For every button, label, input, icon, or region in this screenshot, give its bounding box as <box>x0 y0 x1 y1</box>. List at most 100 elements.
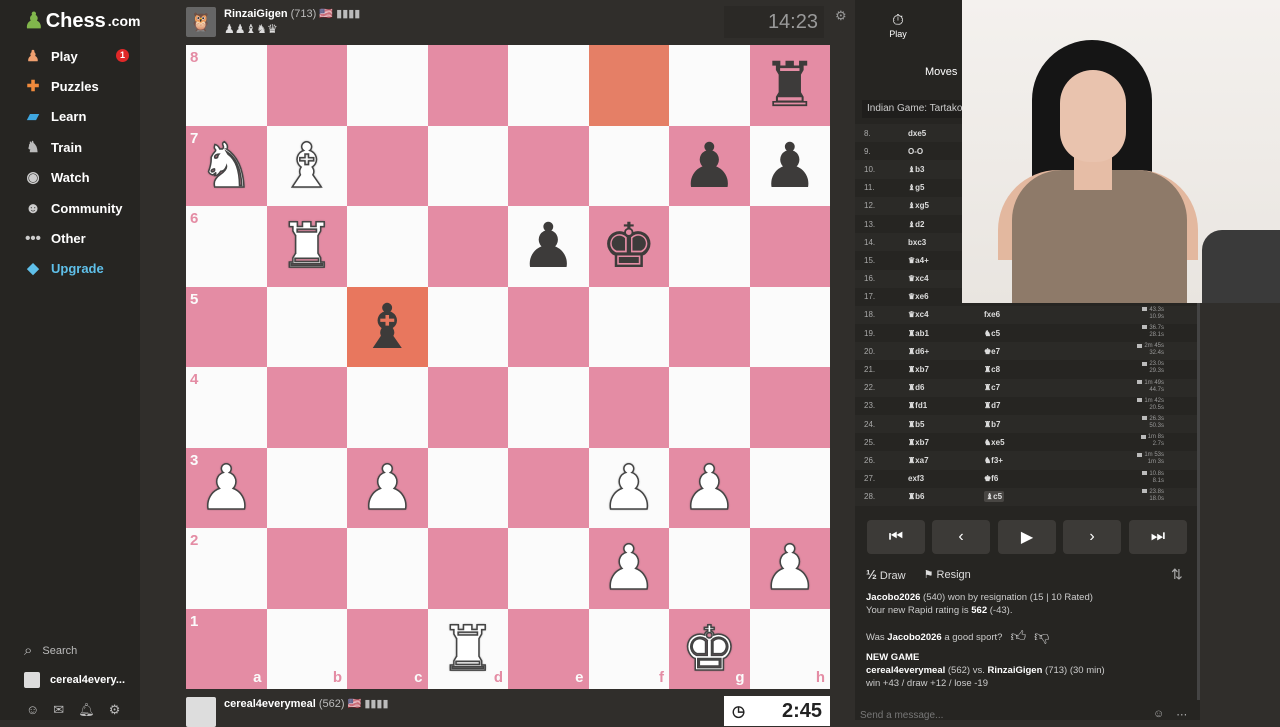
white-move[interactable]: ♜ab1 <box>908 329 984 338</box>
sidebar-search[interactable]: ⌕ Search <box>24 642 77 659</box>
white-move[interactable]: ♜d6+ <box>908 347 984 356</box>
square-a7[interactable]: 7 ♞ <box>186 125 267 206</box>
square-f5[interactable] <box>588 286 669 367</box>
emoji-icon[interactable]: ☺ <box>1153 708 1164 721</box>
square-e1[interactable]: e <box>508 608 589 689</box>
square-b5[interactable] <box>266 286 347 367</box>
white-move[interactable]: ♜xb7 <box>908 438 984 447</box>
thumbs-down-icon[interactable]: 👎︎ <box>1034 628 1049 646</box>
sidebar-item-watch[interactable]: ◉ Watch <box>24 164 89 190</box>
square-b6[interactable]: ♜ <box>266 206 347 287</box>
more-options-icon[interactable]: ⋯ <box>1176 708 1187 721</box>
black-rook-icon[interactable]: ♜ <box>762 54 818 116</box>
winner-name[interactable]: Jacobo2026 <box>866 592 920 603</box>
sidebar-item-play[interactable]: ♟ Play <box>24 43 77 69</box>
black-move[interactable]: ♜c8 <box>984 365 1124 374</box>
square-b1[interactable]: b <box>266 608 347 689</box>
sidebar-item-train[interactable]: ♞ Train <box>24 134 82 160</box>
square-b2[interactable] <box>266 528 347 609</box>
square-a4[interactable]: 4 <box>186 367 267 448</box>
square-g4[interactable] <box>669 367 750 448</box>
square-h2[interactable]: ♟ <box>749 528 830 609</box>
white-move[interactable]: ♜b5 <box>908 420 984 429</box>
new-game-player1[interactable]: cereal4everymeal <box>866 665 945 676</box>
chessboard[interactable]: 8 ♜ 7 ♞ ♝ ♟ ♟ 6 ♜ ♟ ♚ 5 ♝ 4 3 ♟ ♟ ♟ ♟ 2 ♟ ♟ 1 a b c d ♜ e f g ♚ h <box>186 45 830 689</box>
square-a6[interactable]: 6 <box>186 206 267 287</box>
white-move[interactable]: ♜xb7 <box>908 365 984 374</box>
black-move[interactable]: ♜c7 <box>984 383 1124 392</box>
mail-icon[interactable]: ✉ <box>53 702 64 718</box>
square-h7[interactable]: ♟ <box>749 125 830 206</box>
tab-moves[interactable]: Moves <box>925 66 957 78</box>
next-move-button[interactable]: › <box>1063 520 1121 554</box>
black-move[interactable]: ♞f3+ <box>984 456 1124 465</box>
square-h5[interactable] <box>749 286 830 367</box>
square-g5[interactable] <box>669 286 750 367</box>
square-f2[interactable]: ♟ <box>588 528 669 609</box>
board-settings-gear-icon[interactable]: ⚙ <box>835 8 847 24</box>
square-b7[interactable]: ♝ <box>266 125 347 206</box>
last-move-button[interactable]: ⏭ <box>1129 520 1187 554</box>
sidebar-item-community[interactable]: ☻ Community <box>24 195 122 221</box>
black-move[interactable]: ♜d7 <box>984 401 1124 410</box>
square-f3[interactable]: ♟ <box>588 447 669 528</box>
black-move[interactable]: fxe6 <box>984 310 1124 319</box>
black-pawn-icon[interactable]: ♟ <box>520 215 576 277</box>
white-move[interactable]: ♜d6 <box>908 383 984 392</box>
black-move[interactable]: ♜b7 <box>984 420 1124 429</box>
square-a5[interactable]: 5 <box>186 286 267 367</box>
square-g7[interactable]: ♟ <box>669 125 750 206</box>
white-move[interactable]: ♜xa7 <box>908 456 984 465</box>
square-e8[interactable] <box>508 45 589 126</box>
square-c7[interactable] <box>347 125 428 206</box>
black-move[interactable]: ♞xe5 <box>984 438 1124 447</box>
square-c1[interactable]: c <box>347 608 428 689</box>
new-game-player2[interactable]: RinzaiGigen <box>988 665 1043 676</box>
square-a1[interactable]: 1a <box>186 608 267 689</box>
sidebar-item-upgrade[interactable]: ◆ Upgrade <box>24 255 104 281</box>
square-d2[interactable] <box>427 528 508 609</box>
black-bishop-icon[interactable]: ♝ <box>359 295 415 358</box>
square-d8[interactable] <box>427 45 508 126</box>
top-player-avatar[interactable]: 🦉 <box>186 7 216 37</box>
square-d3[interactable] <box>427 447 508 528</box>
black-pawn-icon[interactable]: ♟ <box>762 134 818 197</box>
square-h4[interactable] <box>749 367 830 448</box>
black-move[interactable]: ♞c5 <box>984 329 1124 338</box>
square-f7[interactable] <box>588 125 669 206</box>
square-a3[interactable]: 3 ♟ <box>186 447 267 528</box>
thumbs-up-icon[interactable]: 👍︎ <box>1010 628 1026 646</box>
black-move[interactable]: ♚e7 <box>984 347 1124 356</box>
play-moves-button[interactable]: ▶ <box>998 520 1056 554</box>
top-player-name[interactable]: RinzaiGigen <box>224 8 288 20</box>
square-h3[interactable] <box>749 447 830 528</box>
white-rook-icon[interactable]: ♜ <box>439 617 496 681</box>
square-f6[interactable]: ♚ <box>588 206 669 287</box>
square-f1[interactable]: f <box>588 608 669 689</box>
move-list-scrollbar[interactable] <box>1197 300 1200 700</box>
white-knight-icon[interactable]: ♞ <box>198 134 255 198</box>
white-move[interactable]: ♜b6 <box>908 492 984 501</box>
settings-gear-icon[interactable]: ⚙ <box>109 702 121 718</box>
square-a8[interactable]: 8 <box>186 45 267 126</box>
square-e4[interactable] <box>508 367 589 448</box>
white-rook-icon[interactable]: ♜ <box>278 214 335 278</box>
square-f8[interactable] <box>588 45 669 126</box>
chess-com-logo[interactable]: ♟ Chess .com <box>24 8 140 34</box>
flip-board-icon[interactable]: ⇅ <box>1171 566 1183 583</box>
black-move[interactable]: ♚f6 <box>984 474 1124 483</box>
sidebar-item-other[interactable]: ••• Other <box>24 225 86 251</box>
white-pawn-icon[interactable]: ♟ <box>198 456 255 520</box>
resign-button[interactable]: ⚑ Resign <box>924 568 971 581</box>
previous-move-button[interactable]: ‹ <box>932 520 990 554</box>
square-c4[interactable] <box>347 367 428 448</box>
bottom-player-name[interactable]: cereal4everymeal <box>224 698 316 710</box>
square-g1[interactable]: g ♚ <box>669 608 750 689</box>
sidebar-user[interactable]: cereal4every... <box>24 672 125 688</box>
white-pawn-icon[interactable]: ♟ <box>600 536 657 600</box>
square-h1[interactable]: h <box>749 608 830 689</box>
sport-name[interactable]: Jacobo2026 <box>887 632 941 643</box>
square-e5[interactable] <box>508 286 589 367</box>
square-c2[interactable] <box>347 528 428 609</box>
tab-play[interactable]: ⏱ Play <box>887 12 909 39</box>
